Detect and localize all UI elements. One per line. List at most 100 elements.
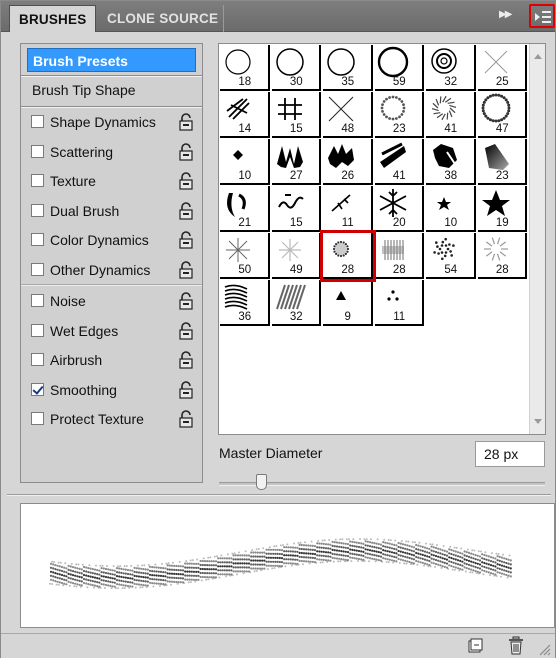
brush-tip-shape-item[interactable]: Brush Tip Shape [32,82,136,98]
brush-preset-dotted-ring-large[interactable]: 47 [477,92,527,138]
option-checkbox[interactable] [31,412,44,426]
brush-preset-crescent[interactable]: 21 [220,186,270,232]
brush-preset-starburst[interactable]: 50 [220,233,270,279]
brush-preset-diamond[interactable]: 10 [220,139,270,185]
brush-preset-grass-blur[interactable]: 28 [374,233,424,279]
option-row[interactable]: Airbrush [21,346,202,376]
option-row[interactable]: Shape Dynamics [21,108,202,138]
circle-hard-icon [275,48,304,76]
brush-preset-cross-x[interactable]: 48 [323,92,373,138]
brush-presets-item[interactable]: Brush Presets [27,48,196,72]
option-row[interactable]: Wet Edges [21,317,202,347]
master-diameter-label: Master Diameter [219,445,323,461]
menu-line [542,16,551,18]
brush-preset-spiral-dots[interactable]: 41 [426,92,476,138]
option-label: Shape Dynamics [50,114,156,130]
option-row[interactable]: Texture [21,167,202,197]
lock-icon[interactable] [178,351,194,369]
zigzag-icon [276,146,303,168]
option-checkbox[interactable] [31,382,44,396]
preset-scrollbar[interactable] [529,44,545,434]
trash-icon[interactable] [507,636,525,656]
brush-preset-cross-thin[interactable]: 25 [477,45,527,91]
brush-size-label: 49 [289,264,303,276]
brush-preset-dotted-ring[interactable]: 23 [374,92,424,138]
brush-size-label: 36 [238,311,252,323]
brush-size-label: 50 [238,264,252,276]
resize-grip-icon[interactable] [537,642,551,656]
option-row[interactable]: Other Dynamics [21,256,202,286]
tab-brushes[interactable]: BRUSHES [9,5,96,32]
stroke-preview [20,503,555,628]
brush-preset-scatter-dots[interactable]: 28 [320,230,376,282]
brush-preset-circle-hard[interactable]: 30 [271,45,321,91]
option-checkbox[interactable] [31,174,44,188]
scroll-up-icon[interactable] [534,54,542,59]
master-diameter-input[interactable]: 28 px [475,441,545,467]
lock-icon[interactable] [178,410,194,428]
brush-preset-circle-hard-small[interactable]: 18 [220,45,270,91]
brush-preset-chalk-stroke[interactable]: 41 [374,139,424,185]
lock-icon[interactable] [178,381,194,399]
lock-icon[interactable] [178,172,194,190]
brush-preset-snowflake[interactable]: 20 [374,186,424,232]
brush-preset-grass-strokes[interactable]: 32 [271,280,321,326]
brush-preset-leaf-cluster[interactable]: 26 [323,139,373,185]
new-preset-icon[interactable] [467,638,483,654]
option-checkbox[interactable] [31,203,44,217]
lock-icon[interactable] [178,202,194,220]
brush-preset-three-dots[interactable]: 11 [374,280,424,326]
option-checkbox[interactable] [31,294,44,307]
brush-preset-circle-hard[interactable]: 35 [323,45,373,91]
brush-size-label: 21 [238,217,252,229]
starburst-icon [226,238,250,262]
lock-icon[interactable] [178,292,194,310]
tab-clone-source[interactable]: CLONE SOURCE [98,5,227,32]
option-row[interactable]: Dual Brush [21,197,202,227]
brush-preset-circle-concentric[interactable]: 32 [426,45,476,91]
brush-preset-scatter-flower[interactable]: 54 [426,233,476,279]
scroll-down-icon[interactable] [534,419,542,424]
brush-preset-twig[interactable]: 11 [323,186,373,232]
dotted-ring-large-icon [481,93,510,123]
tab-divider [223,5,224,32]
option-checkbox[interactable] [31,115,44,128]
brush-size-label: 18 [238,76,252,88]
option-checkbox[interactable] [31,323,44,337]
brush-preset-star[interactable]: 19 [477,186,527,232]
brush-preset-chalk-blot[interactable]: 38 [426,139,476,185]
option-checkbox[interactable] [31,263,44,276]
lock-icon[interactable] [178,113,194,131]
double-arrow-icon[interactable]: ▶▶ [499,9,512,20]
brush-preset-hatch-diagonal[interactable]: 14 [220,92,270,138]
lock-icon[interactable] [178,261,194,279]
brush-preset-charcoal[interactable]: 23 [477,139,527,185]
brush-preset-squiggle[interactable]: 15 [271,186,321,232]
option-checkbox[interactable] [31,353,44,367]
option-row[interactable]: Color Dynamics [21,226,202,256]
option-row[interactable]: Scattering [21,138,202,168]
master-diameter-slider[interactable] [219,482,545,486]
brush-preset-starburst-soft[interactable]: 49 [271,233,321,279]
lock-icon[interactable] [178,142,194,161]
brush-preset-hash[interactable]: 15 [271,92,321,138]
option-checkbox[interactable] [31,233,44,247]
brush-preset-zigzag[interactable]: 27 [271,139,321,185]
panel-menu-icon[interactable] [529,4,555,28]
brush-preset-dune-lines[interactable]: 36 [220,280,270,326]
brush-preset-circle-hard-large[interactable]: 59 [374,45,424,91]
lock-icon[interactable] [178,321,194,340]
dune-lines-icon [224,284,248,310]
option-row[interactable]: Protect Texture [21,405,202,435]
hatch-diagonal-icon [226,98,250,120]
option-row[interactable]: Smoothing [21,376,202,406]
brush-size-label: 27 [289,170,303,182]
option-checkbox[interactable] [31,144,44,158]
brush-preset-scatter-sparse[interactable]: 28 [477,233,527,279]
cross-thin-icon [484,50,507,74]
brush-preset-triangle[interactable]: 9 [323,280,373,326]
brush-preset-star-small[interactable]: 10 [426,186,476,232]
option-row[interactable]: Noise [21,287,202,317]
slider-thumb[interactable] [256,474,267,490]
lock-icon[interactable] [178,231,194,249]
